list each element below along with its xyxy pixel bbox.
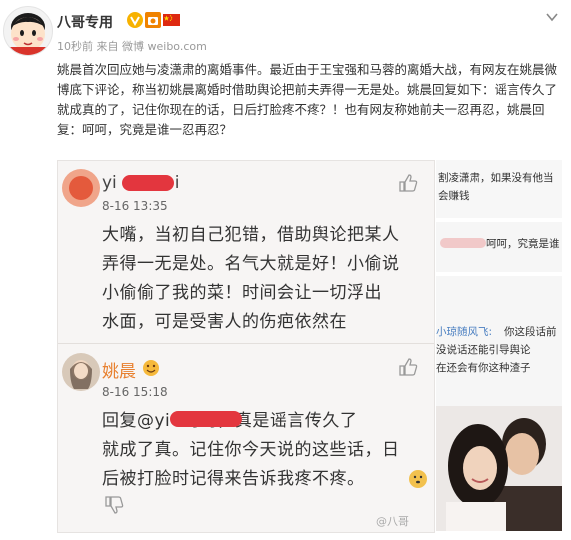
image-text: 你这段话前: [504, 326, 557, 338]
source-prefix: 来自: [96, 40, 119, 53]
comment1-text: 大嘴，当初自己犯错，借助舆论把某人 弄得一无是处。名气大就是好！小偷说 小偷偷了…: [102, 225, 400, 332]
comment1-time: 8-16 13:35: [102, 199, 168, 213]
chevron-down-icon[interactable]: [545, 10, 559, 24]
weibo-post: 八哥专用 10秒前 来自 微博 weibo.com 姚晨首次回应她与凌潇肃的离婚…: [0, 0, 571, 540]
china-flag-icon: [163, 14, 180, 26]
comment2-text: 回复@yi :呵呵，真是谣言传久了 就成了真。记住你今天说的这些话，日 后被打脸…: [102, 411, 400, 489]
comment2-user: 姚晨: [102, 362, 136, 382]
redaction-mark: [122, 175, 174, 191]
emoji-icon: [143, 360, 159, 376]
image-text-user: 小琼随风飞:: [436, 326, 493, 338]
emoji-doge-icon: [409, 470, 427, 488]
divider: [58, 343, 434, 344]
avatar-face-icon: [8, 13, 48, 55]
post-time[interactable]: 10秒前: [57, 40, 93, 53]
avatar[interactable]: [3, 6, 53, 56]
couple-photo[interactable]: [436, 406, 562, 531]
level-badge-icon: [145, 12, 161, 28]
redaction-mark: [170, 411, 242, 427]
image-text: 在还会有你这种渣子: [436, 362, 531, 374]
commenter-avatar-icon: [62, 169, 100, 207]
image-text: 没说话还能引导舆论: [436, 344, 531, 356]
comment-screenshot-image[interactable]: yi i 8-16 13:35 大嘴，当初自己犯错，借助舆论把某人 弄得一无是处。…: [57, 160, 435, 533]
couple-photo-image: [436, 406, 562, 531]
comment-image-2[interactable]: 割凌潇肃，如果没有他当 会赚钱: [436, 160, 562, 218]
image-text: 呵呵，究竟是谁: [486, 238, 560, 250]
post-meta: 10秒前 来自 微博 weibo.com: [57, 38, 207, 54]
watermark: @八哥: [376, 515, 409, 528]
image-text: 会赚钱: [438, 190, 470, 202]
comment-image-3[interactable]: 呵呵，究竟是谁: [436, 222, 562, 272]
verified-v-icon: [127, 12, 143, 28]
yaochen-avatar-icon: [62, 353, 100, 391]
comment2-time: 8-16 15:18: [102, 385, 168, 399]
username[interactable]: 八哥专用: [57, 12, 113, 32]
like-thumb-icon: [399, 358, 418, 376]
dislike-thumb-icon: [105, 496, 124, 514]
image-text: 割凌潇肃，如果没有他当: [438, 172, 554, 184]
like-thumb-icon: [399, 174, 418, 192]
redaction-mark: [440, 238, 486, 248]
post-source[interactable]: 微博 weibo.com: [122, 40, 207, 53]
comment-image-4[interactable]: 小琼随风飞: 你这段话前 没说话还能引导舆论 在还会有你这种渣子: [436, 276, 562, 406]
post-text: 姚晨首次回应她与凌潇肃的离婚事件。最近由于王宝强和马蓉的离婚大战，有网友在姚晨微…: [57, 62, 558, 137]
